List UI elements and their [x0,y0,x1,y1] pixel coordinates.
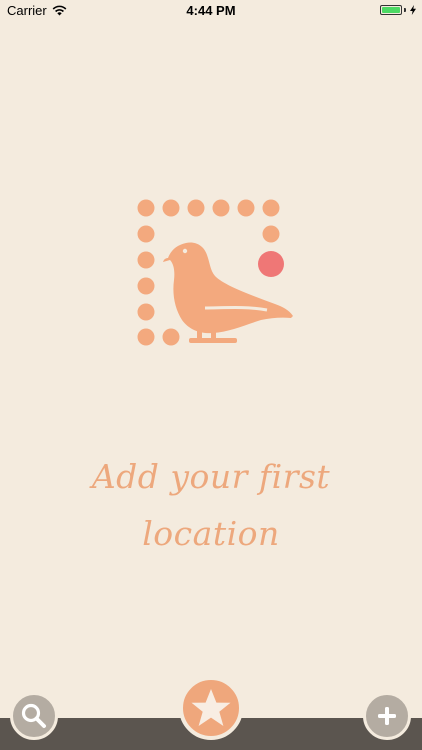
status-bar: Carrier 4:44 PM [0,0,422,22]
battery-icon [380,5,402,15]
status-time: 4:44 PM [186,3,236,18]
empty-state-line-1: Add your first [91,457,331,496]
search-icon [21,703,46,728]
bolt-icon [410,5,416,15]
favorites-button[interactable] [179,676,243,740]
empty-state-line-2: location [142,514,280,553]
empty-state-message: Add your first location [0,448,422,562]
star-icon [191,689,231,726]
add-location-button[interactable] [363,692,411,740]
pigeon-logo-icon [137,199,293,346]
plus-icon [378,707,396,725]
battery-indicator [380,5,416,15]
search-button[interactable] [10,692,58,740]
